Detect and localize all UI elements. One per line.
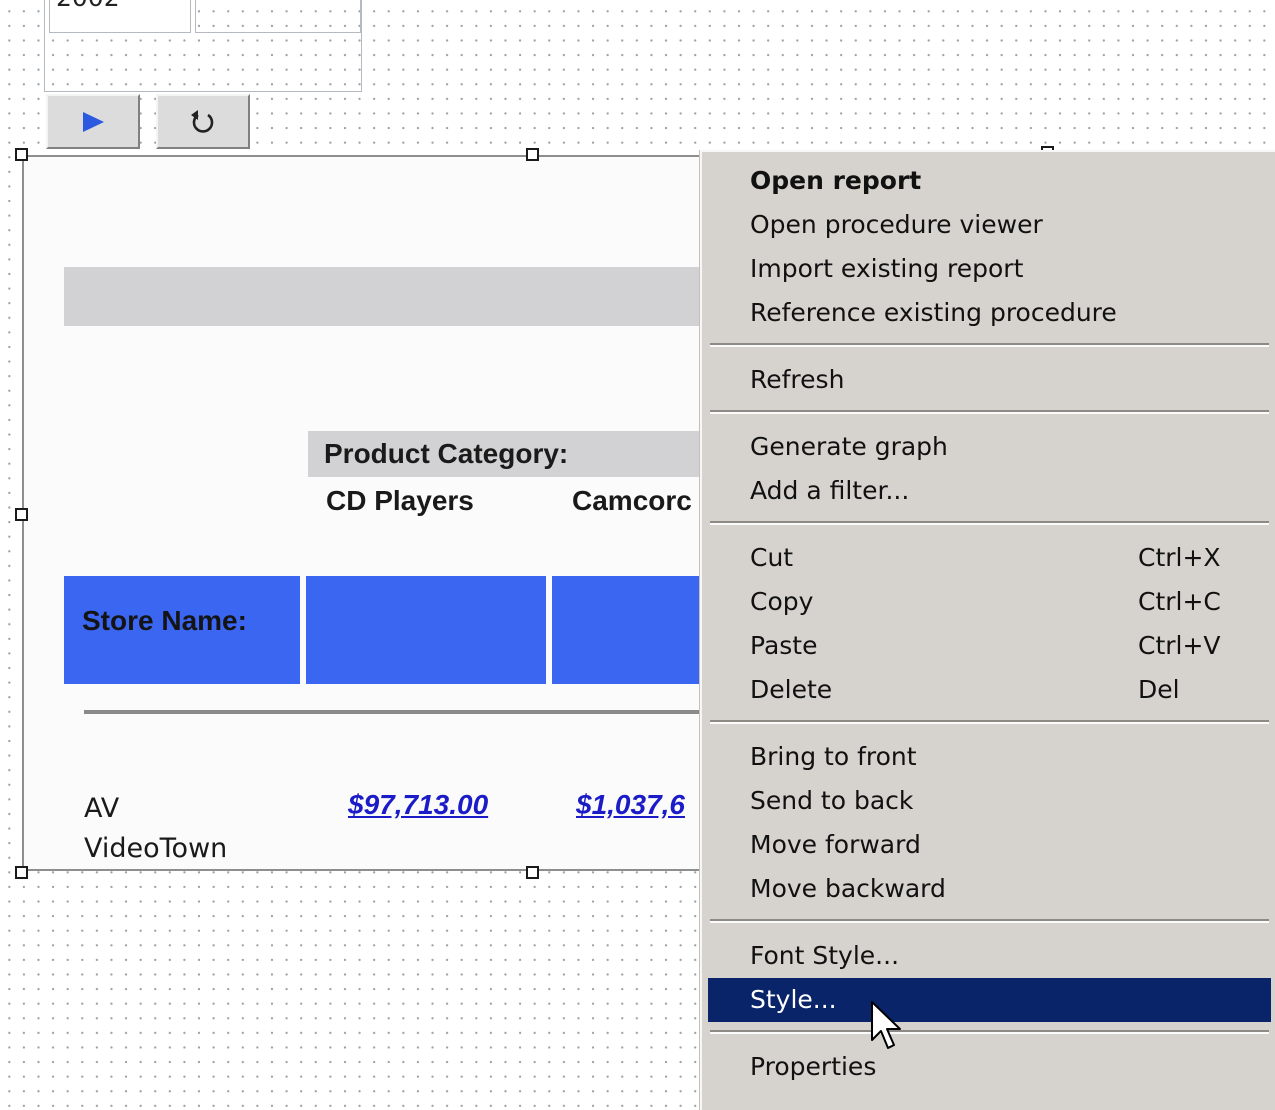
store-name-label: Store Name:	[82, 605, 247, 636]
menu-item-font-style[interactable]: Font Style...	[708, 935, 1271, 977]
shortcut-label: Ctrl+C	[1138, 587, 1221, 616]
menu-item-cut[interactable]: Cut Ctrl+X	[708, 537, 1271, 579]
menu-item-import-existing-report[interactable]: Import existing report	[708, 248, 1271, 290]
store-name-header-cell: Store Name:	[64, 576, 300, 684]
refresh-arrow-icon	[191, 109, 214, 133]
menu-item-properties[interactable]: Properties	[708, 1046, 1271, 1088]
menu-item-copy[interactable]: Copy Ctrl+C	[708, 581, 1271, 623]
product-category-header: Product Category:	[308, 431, 710, 477]
menu-item-style[interactable]: Style...	[708, 978, 1271, 1022]
menu-item-move-forward[interactable]: Move forward	[708, 824, 1271, 866]
menu-item-refresh[interactable]: Refresh	[708, 359, 1271, 401]
year-input[interactable]: 2002	[49, 0, 191, 33]
menu-item-open-report[interactable]: Open report	[708, 160, 1271, 202]
menu-item-open-procedure-viewer[interactable]: Open procedure viewer	[708, 204, 1271, 246]
context-menu: Open report Open procedure viewer Import…	[700, 150, 1275, 1110]
header-divider	[84, 710, 710, 714]
menu-item-generate-graph[interactable]: Generate graph	[708, 426, 1271, 468]
menu-item-reference-existing-procedure[interactable]: Reference existing procedure	[708, 292, 1271, 334]
menu-item-label: Paste	[750, 631, 818, 660]
mouse-cursor-icon	[871, 1001, 901, 1049]
menu-item-bring-to-front[interactable]: Bring to front	[708, 736, 1271, 778]
report-region[interactable]: Product Category: CD Players Camcorc Sto…	[22, 155, 712, 871]
shortcut-label: Ctrl+X	[1138, 543, 1221, 572]
resize-handle-middle-left[interactable]	[15, 508, 28, 521]
menu-item-label: Copy	[750, 587, 814, 616]
menu-separator	[710, 343, 1269, 347]
menu-separator	[710, 919, 1269, 923]
amount-link-cd-players[interactable]: $97,713.00	[348, 789, 488, 821]
store-name-cell: AV VideoTown	[84, 793, 228, 864]
menu-item-delete[interactable]: Delete Del	[708, 669, 1271, 711]
menu-item-move-backward[interactable]: Move backward	[708, 868, 1271, 910]
menu-item-send-to-back[interactable]: Send to back	[708, 780, 1271, 822]
menu-separator	[710, 1030, 1269, 1034]
shortcut-label: Ctrl+V	[1138, 631, 1221, 660]
resize-handle-top-center[interactable]	[526, 148, 539, 161]
resize-handle-bottom-center[interactable]	[526, 866, 539, 879]
menu-item-label: Delete	[750, 675, 833, 704]
header-cell-camcorders	[552, 576, 710, 684]
play-triangle-icon	[83, 111, 104, 132]
menu-separator	[710, 521, 1269, 525]
menu-item-add-filter[interactable]: Add a filter...	[708, 470, 1271, 512]
menu-item-paste[interactable]: Paste Ctrl+V	[708, 625, 1271, 667]
column-header-cd-players: CD Players	[326, 485, 474, 516]
resize-handle-bottom-left[interactable]	[15, 866, 28, 879]
header-cell-cd-players	[306, 576, 546, 684]
menu-separator	[710, 410, 1269, 414]
run-button[interactable]	[46, 94, 140, 149]
menu-separator	[710, 720, 1269, 724]
reset-button[interactable]	[156, 94, 250, 149]
menu-item-label: Cut	[750, 543, 794, 572]
year-value: 2002	[56, 0, 190, 10]
resize-handle-top-left[interactable]	[15, 148, 28, 161]
report-title-bar	[64, 267, 710, 326]
parameter-panel: 2002	[44, 0, 362, 92]
amount-link-camcorders[interactable]: $1,037,6	[576, 789, 685, 821]
shortcut-label: Del	[1138, 675, 1180, 704]
column-header-camcorders: Camcorc	[572, 485, 692, 516]
parameter-cell	[195, 0, 361, 33]
